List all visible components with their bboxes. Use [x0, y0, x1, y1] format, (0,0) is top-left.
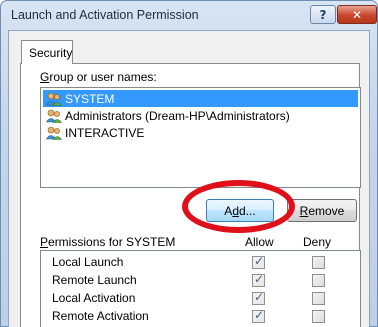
close-button[interactable]: ✕	[337, 5, 377, 24]
permission-label-local-launch: Local Launch	[52, 255, 124, 269]
allow-remote-launch-checkbox[interactable]: ✓	[252, 272, 265, 287]
permission-label-remote-activation: Remote Activation	[52, 309, 149, 323]
list-item-label: Administrators (Dream-HP\Administrators)	[65, 108, 290, 123]
list-item-label: INTERACTIVE	[65, 125, 145, 140]
checkmark-icon: ✓	[254, 290, 265, 304]
checkmark-icon: ✓	[254, 272, 265, 286]
allow-column-header: Allow	[245, 235, 274, 249]
remove-button-label: Remove	[299, 203, 345, 218]
title-bar[interactable]: Launch and Activation Permission ? ✕	[1, 1, 377, 29]
allow-local-activation-checkbox[interactable]: ✓	[252, 290, 265, 305]
remove-button[interactable]: Remove	[287, 199, 357, 222]
tab-security[interactable]: Security	[21, 40, 73, 64]
help-button[interactable]: ?	[310, 5, 336, 24]
group-or-user-names-label: Group or user names:	[40, 70, 157, 84]
window-title: Launch and Activation Permission	[11, 8, 199, 22]
deny-local-activation-checkbox[interactable]	[312, 292, 325, 305]
red-highlight-circle	[182, 180, 295, 233]
list-item-system[interactable]: SYSTEM	[43, 90, 358, 107]
group-label-text: roup or user names:	[49, 70, 157, 84]
list-item-administrators[interactable]: Administrators (Dream-HP\Administrators)	[43, 107, 358, 124]
allow-local-launch-checkbox[interactable]: ✓	[252, 254, 265, 269]
list-item-interactive[interactable]: INTERACTIVE	[43, 124, 358, 141]
permission-label-remote-launch: Remote Launch	[52, 273, 137, 287]
deny-remote-launch-checkbox[interactable]	[312, 274, 325, 287]
help-icon: ?	[319, 7, 327, 22]
close-icon: ✕	[351, 7, 363, 22]
allow-remote-activation-checkbox[interactable]: ✓	[252, 308, 265, 323]
users-group-icon	[45, 92, 63, 106]
permission-label-local-activation: Local Activation	[52, 291, 136, 305]
checkmark-icon: ✓	[254, 308, 265, 322]
checkmark-icon: ✓	[254, 254, 265, 268]
list-item-label: SYSTEM	[65, 91, 115, 106]
deny-local-launch-checkbox[interactable]	[312, 256, 325, 269]
tab-security-label: Security	[29, 46, 73, 60]
deny-column-header: Deny	[303, 235, 332, 249]
group-label-accesskey: G	[40, 70, 50, 84]
users-group-icon	[45, 126, 63, 140]
deny-remote-activation-checkbox[interactable]	[312, 310, 325, 323]
users-group-icon	[45, 109, 63, 123]
permissions-header: Permissions for SYSTEM	[40, 235, 176, 249]
user-list[interactable]: SYSTEM Administrators (Dream-HP\Administ…	[40, 87, 361, 188]
